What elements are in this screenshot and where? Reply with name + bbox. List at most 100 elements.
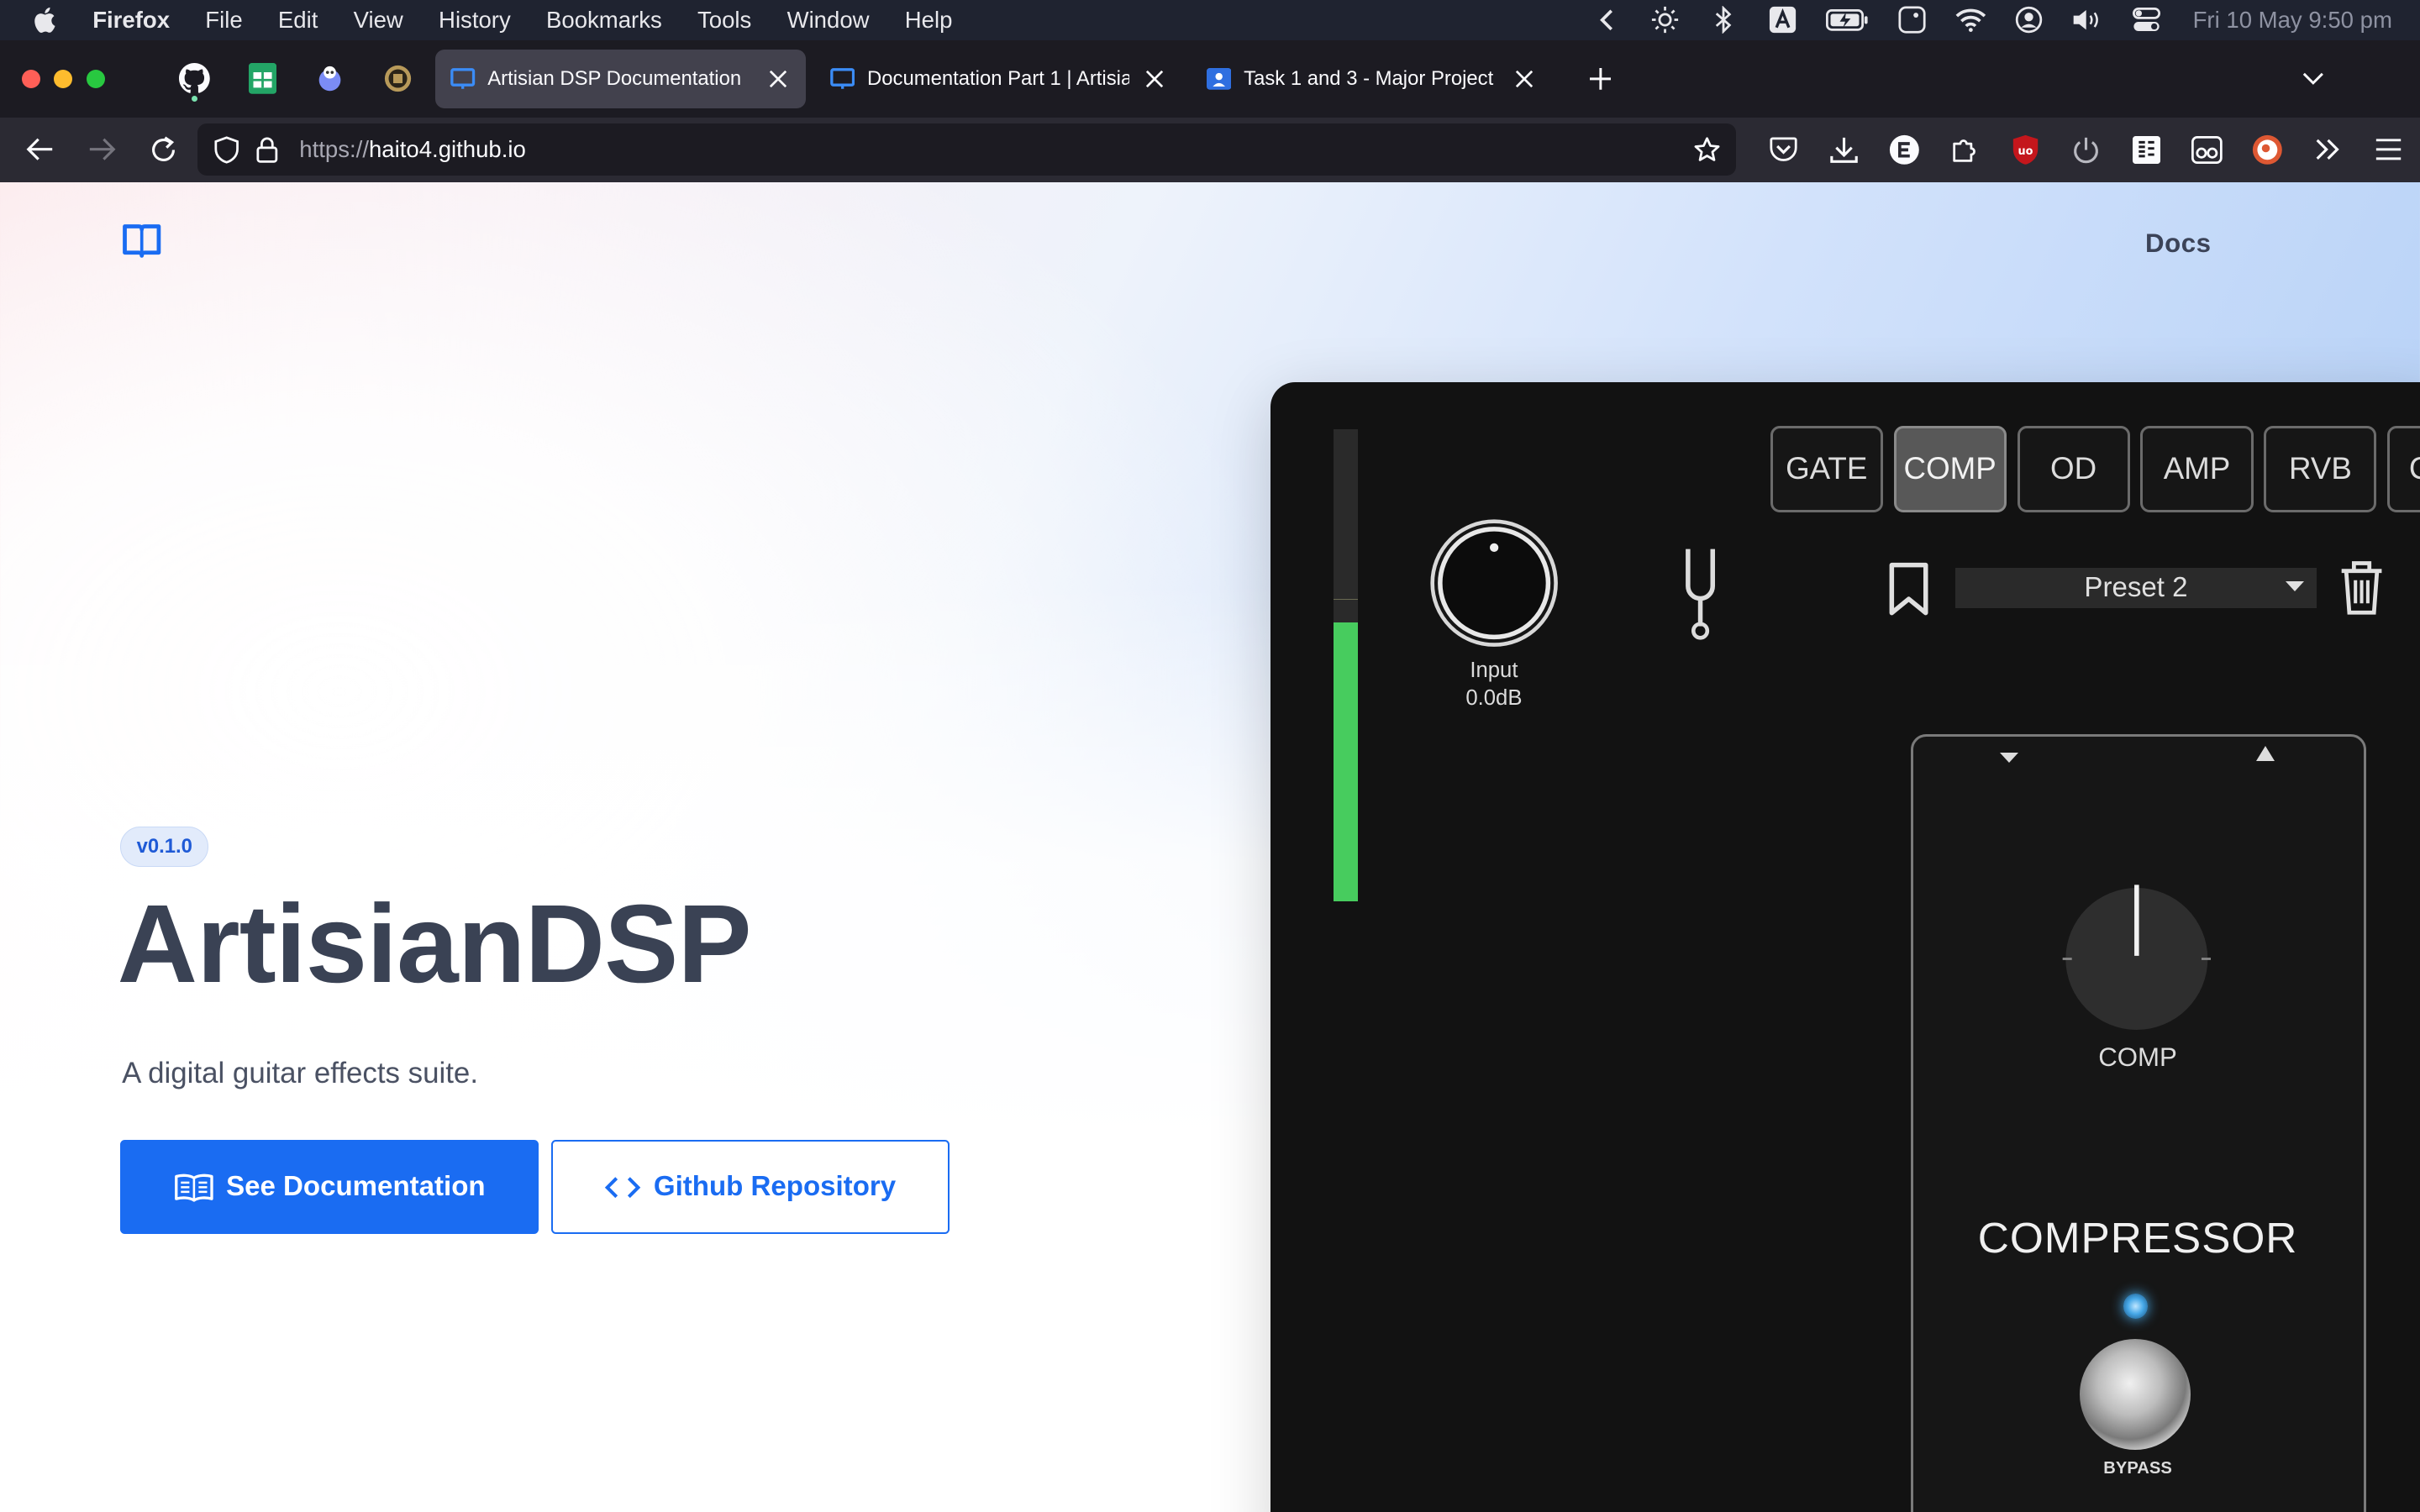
brightness-icon[interactable] — [1649, 6, 1681, 34]
wifi-icon[interactable] — [1955, 6, 1986, 34]
menu-bookmarks[interactable]: Bookmarks — [546, 7, 662, 34]
tab-task-1-and-3[interactable]: Task 1 and 3 - Major Project — [1192, 50, 1553, 108]
tab-documentation-part-1[interactable]: Documentation Part 1 | Artisian D — [815, 50, 1182, 108]
github-icon — [178, 63, 210, 94]
menu-edit[interactable]: Edit — [278, 7, 318, 34]
tuning-fork-icon[interactable] — [1677, 546, 1723, 642]
menu-help[interactable]: Help — [905, 7, 953, 34]
nav-link-docs[interactable]: Docs — [2145, 228, 2212, 259]
effect-tab-od[interactable]: OD — [2017, 425, 2130, 512]
effect-tab-comp[interactable]: COMP — [1893, 425, 2007, 512]
pinned-tab-app[interactable] — [302, 51, 358, 107]
menu-file[interactable]: File — [205, 7, 242, 34]
address-bar[interactable]: https://haito4.github.io — [197, 123, 1737, 176]
input-gain-knob[interactable] — [1429, 518, 1559, 648]
volume-icon[interactable] — [2072, 6, 2103, 34]
hamburger-menu-icon[interactable] — [2358, 125, 2418, 175]
close-window-button[interactable] — [21, 69, 40, 88]
pinned-tab-site[interactable] — [371, 51, 426, 107]
tab-title: Documentation Part 1 | Artisian D — [867, 66, 1129, 90]
preset-dropdown[interactable]: Preset 2 — [1955, 567, 2317, 608]
effect-tab-rvb[interactable]: RVB — [2264, 425, 2377, 512]
book-icon — [830, 66, 855, 91]
open-book-icon — [174, 1173, 213, 1202]
list-all-tabs-button[interactable] — [2293, 59, 2333, 99]
minimize-window-button[interactable] — [54, 69, 73, 88]
input-knob-label: Input 0.0dB — [1428, 657, 1560, 712]
menu-view[interactable]: View — [354, 7, 403, 34]
menu-app-name[interactable]: Firefox — [92, 7, 170, 34]
close-icon[interactable] — [1512, 66, 1537, 91]
zoom-window-button[interactable] — [86, 69, 105, 88]
move-effect-up-icon[interactable] — [2255, 746, 2275, 762]
seal-icon — [385, 66, 412, 92]
see-documentation-label: See Documentation — [226, 1171, 486, 1203]
arrow-right-icon — [89, 139, 116, 161]
toolbar-icons: uo — [1753, 125, 2418, 175]
input-level-meter-fill — [1333, 622, 1359, 901]
reload-icon — [152, 136, 176, 161]
tracking-protection-shield-icon[interactable] — [210, 133, 244, 166]
input-source-icon[interactable] — [1767, 6, 1798, 34]
hero-title: ArtisianDSP — [117, 881, 752, 1006]
plus-icon — [1589, 67, 1612, 90]
hero-subtitle: A digital guitar effects suite. — [122, 1057, 479, 1090]
pocket-icon[interactable] — [1753, 125, 1813, 175]
arrow-left-icon — [26, 139, 53, 161]
effect-tab-amp[interactable]: AMP — [2140, 425, 2254, 512]
close-icon[interactable] — [1142, 66, 1166, 91]
effect-tabs: GATE COMP OD AMP RVB C — [1770, 425, 2420, 512]
code-brackets-icon — [604, 1176, 641, 1198]
downloads-icon[interactable] — [1813, 125, 1874, 175]
duckduckgo-icon[interactable] — [2237, 125, 2297, 175]
apple-menu-icon[interactable] — [34, 6, 67, 34]
comp-knob[interactable] — [2060, 879, 2214, 1033]
macos-menu-bar: Firefox File Edit View History Bookmarks… — [0, 0, 2420, 40]
power-icon[interactable] — [2055, 125, 2116, 175]
menu-history[interactable]: History — [439, 7, 511, 34]
bluetooth-icon[interactable] — [1708, 6, 1739, 34]
glasses-extension-icon[interactable] — [2176, 125, 2237, 175]
save-preset-bookmark-icon[interactable] — [1886, 562, 1932, 617]
reader-extension-icon[interactable] — [2116, 125, 2176, 175]
menu-window[interactable]: Window — [787, 7, 870, 34]
url-protocol: https:// — [299, 136, 369, 163]
menubar-clock[interactable]: Fri 10 May 9:50 pm — [2193, 7, 2392, 34]
extensions-puzzle-icon[interactable] — [1934, 125, 1995, 175]
github-repository-label: Github Repository — [653, 1171, 897, 1203]
see-documentation-button[interactable]: See Documentation — [120, 1140, 539, 1235]
effect-tab-gate[interactable]: GATE — [1770, 425, 1883, 512]
bookmark-star-icon[interactable] — [1690, 133, 1723, 166]
url-text[interactable]: https://haito4.github.io — [299, 136, 526, 163]
reload-button[interactable] — [136, 125, 192, 175]
pinned-tab-sheets[interactable] — [234, 51, 290, 107]
delete-preset-trash-icon[interactable] — [2338, 559, 2385, 617]
extension-e-icon[interactable] — [1874, 125, 1934, 175]
input-level-meter — [1333, 428, 1359, 901]
site-logo-book-icon[interactable] — [120, 222, 163, 265]
close-icon[interactable] — [765, 66, 790, 91]
forward-button[interactable] — [74, 125, 129, 175]
battery-icon[interactable] — [1825, 6, 1869, 34]
preset-dropdown-value: Preset 2 — [2084, 571, 2188, 603]
classroom-icon — [1207, 66, 1232, 91]
padlock-icon[interactable] — [250, 133, 284, 166]
chevron-left-icon[interactable] — [1591, 6, 1623, 34]
app-status-icon[interactable] — [1897, 6, 1928, 34]
new-tab-button[interactable] — [1577, 55, 1623, 102]
ublock-origin-icon[interactable]: uo — [1995, 125, 2055, 175]
github-repository-button[interactable]: Github Repository — [550, 1140, 950, 1235]
move-effect-down-icon[interactable] — [1999, 752, 2018, 763]
back-button[interactable] — [13, 125, 68, 175]
input-label-text: Input — [1470, 659, 1518, 683]
tab-artisian-dsp-docs[interactable]: Artisian DSP Documentation — [434, 49, 806, 108]
pinned-tab-github[interactable] — [166, 51, 222, 107]
effect-tab-clipped[interactable]: C — [2387, 425, 2420, 512]
user-account-icon[interactable] — [2014, 6, 2045, 34]
pinned-tabs — [166, 51, 426, 107]
control-center-icon[interactable] — [2131, 6, 2162, 34]
bypass-footswitch[interactable] — [2080, 1338, 2191, 1450]
menu-tools[interactable]: Tools — [697, 7, 751, 34]
overflow-chevrons-icon[interactable] — [2297, 125, 2358, 175]
meter-peak-tick — [1333, 598, 1359, 601]
